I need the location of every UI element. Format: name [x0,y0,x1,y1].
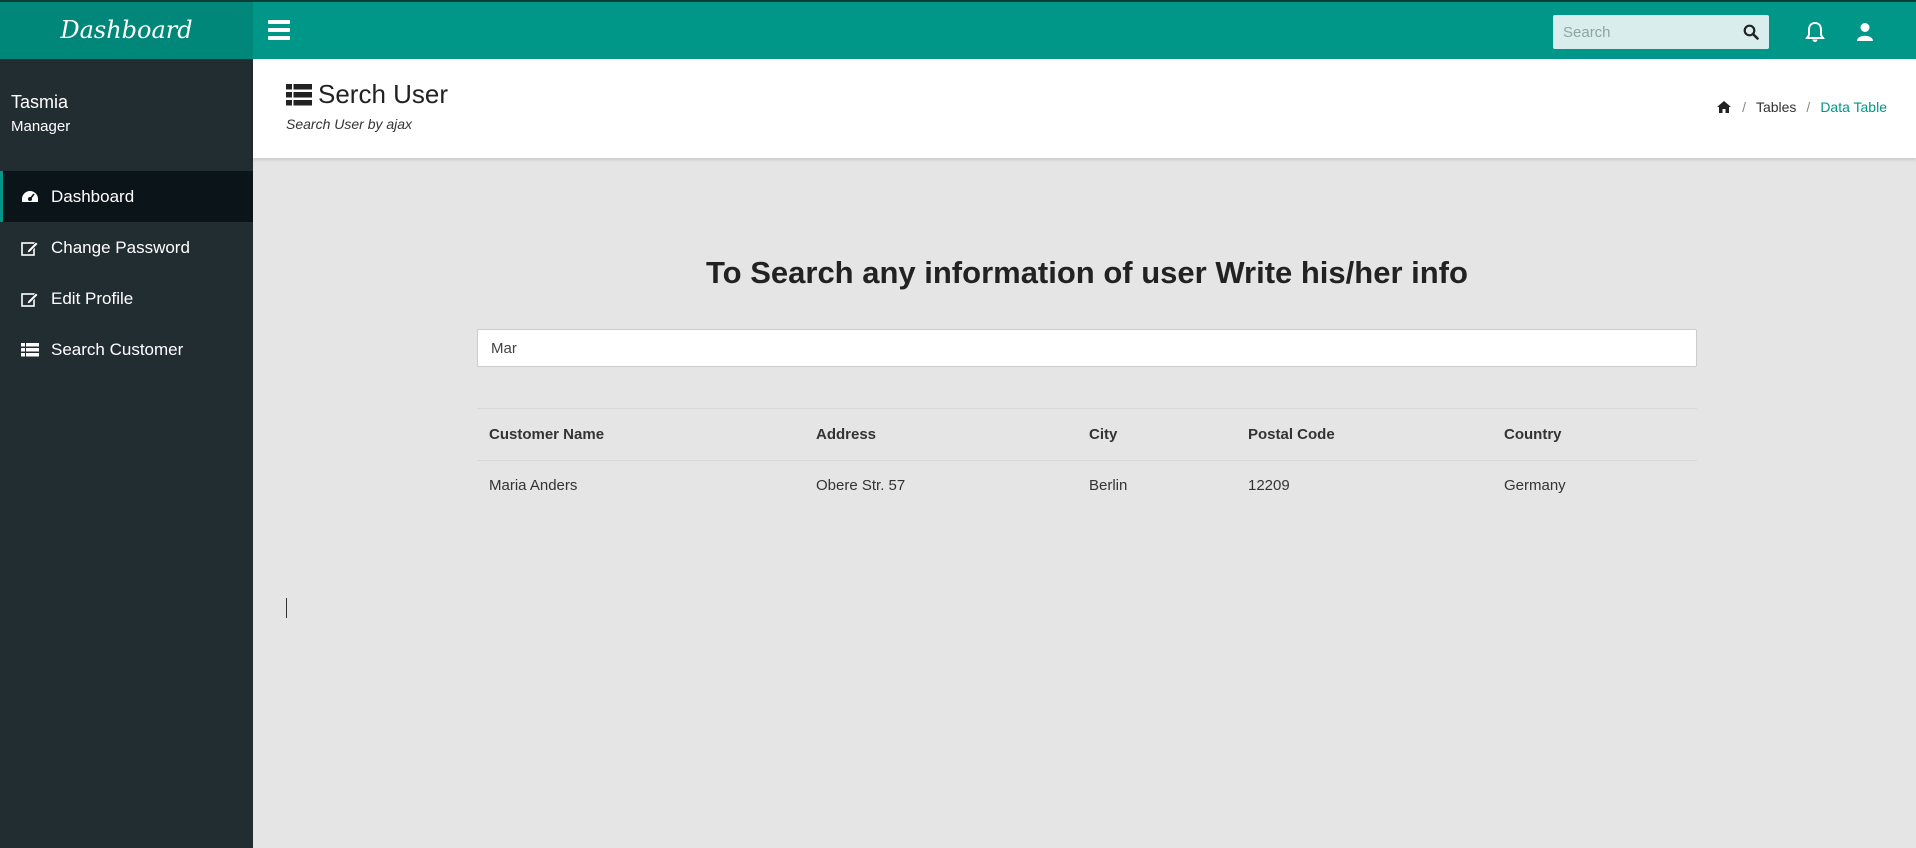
home-icon[interactable] [1716,100,1732,114]
sidebar-item-label: Dashboard [51,186,135,206]
column-header-customer-name: Customer Name [477,408,804,461]
column-header-postal-code: Postal Code [1236,408,1492,461]
customer-search-input[interactable] [477,329,1697,367]
table-list-icon [21,341,41,359]
breadcrumb-separator: / [1806,99,1811,115]
sidebar-item-change-password[interactable]: Change Password [0,222,253,273]
sidebar-menu: Dashboard Change Password Edit Profile S… [0,171,253,375]
user-role: Manager [11,118,71,135]
search-icon[interactable] [1743,24,1759,40]
edit-icon [21,290,41,308]
table-list-icon [286,83,312,105]
sidebar-item-edit-profile[interactable]: Edit Profile [0,273,253,324]
top-search-box [1553,15,1769,49]
user-icon[interactable] [1854,21,1876,43]
column-header-country: Country [1492,408,1697,461]
top-search-input[interactable] [1553,15,1733,49]
breadcrumb-separator: / [1742,99,1746,115]
search-heading: To Search any information of user Write … [706,255,1468,290]
sidebar: Tasmia Manager Dashboard Change Password [0,59,253,848]
text-cursor [286,598,287,618]
content-header: Serch User Search User by ajax / Tables … [253,59,1916,158]
sidebar-item-label: Change Password [51,237,190,257]
cell-country: Germany [1504,477,1566,495]
page-title-text: Serch User [318,79,449,109]
bell-icon[interactable] [1804,21,1826,43]
page-subtitle: Search User by ajax [286,116,413,132]
menu-toggle-icon[interactable] [268,20,290,40]
breadcrumb-current: Data Table [1820,99,1887,115]
table-header-row: Customer Name Address City Postal Code C… [477,408,1697,461]
user-name: Tasmia [11,92,69,112]
sidebar-item-search-customer[interactable]: Search Customer [0,324,253,375]
page-title: Serch User [286,79,448,110]
cell-customer-name: Maria Anders [489,477,578,495]
dashboard-icon [21,188,41,206]
brand-logo[interactable]: Dashboard [0,2,253,59]
sidebar-item-dashboard[interactable]: Dashboard [0,171,253,222]
column-header-city: City [1077,408,1236,461]
sidebar-item-label: Search Customer [51,339,184,359]
edit-icon [21,239,41,257]
cell-postal-code: 12209 [1248,477,1290,495]
results-table: Customer Name Address City Postal Code C… [477,408,1697,511]
breadcrumb-tables-link[interactable]: Tables [1756,99,1796,115]
breadcrumb: / Tables / Data Table [1716,99,1887,115]
table-row[interactable]: Maria Anders Obere Str. 57 Berlin 12209 … [477,461,1697,511]
sidebar-item-label: Edit Profile [51,288,134,308]
top-navbar: Dashboard [0,0,1916,59]
cell-city: Berlin [1089,477,1128,495]
column-header-address: Address [804,408,1077,461]
cell-address: Obere Str. 57 [816,477,906,495]
